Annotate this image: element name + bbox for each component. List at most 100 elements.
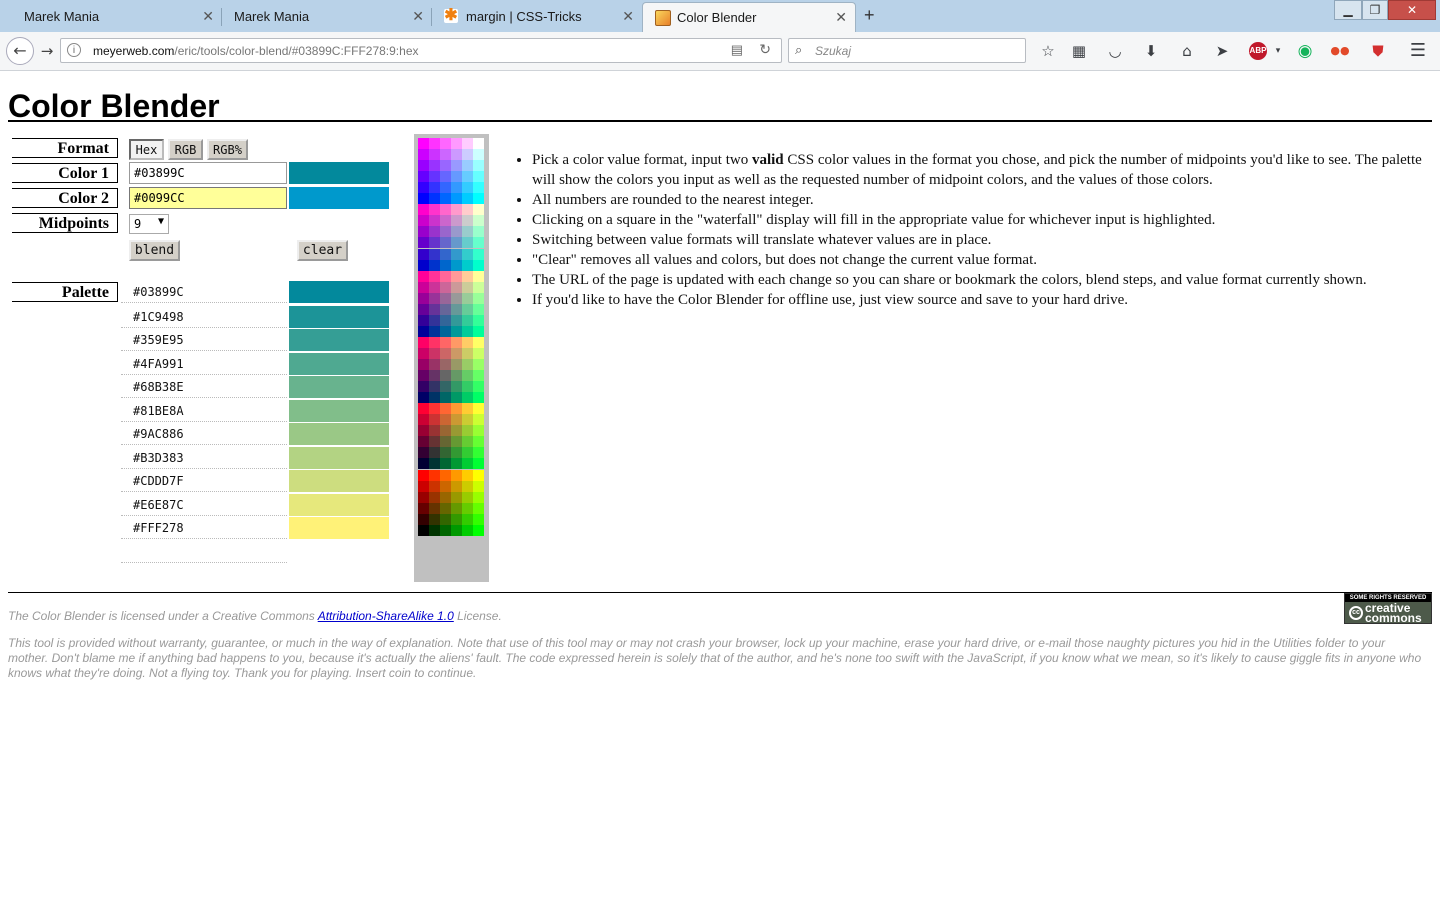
color2-label: Color 2 <box>12 188 118 208</box>
adblock-icon[interactable]: ABP <box>1249 42 1267 60</box>
color1-label: Color 1 <box>12 163 118 183</box>
palette-swatch <box>289 470 389 492</box>
home-icon[interactable]: ⌂ <box>1177 41 1197 61</box>
shield-icon[interactable]: ⛊ <box>1368 41 1388 61</box>
url-text[interactable]: meyerweb.com/eric/tools/color-blend/#038… <box>93 44 419 58</box>
creative-commons-badge[interactable]: SOME RIGHTS RESERVED cc creative commons <box>1344 593 1432 624</box>
color2-input[interactable]: #0099CC <box>129 187 287 209</box>
instruction-item: "Clear" removes all values and colors, b… <box>532 250 1440 270</box>
tab-strip: Marek Mania ✕ Marek Mania ✕ ✱ margin | C… <box>0 0 1440 32</box>
palette-swatch <box>289 400 389 422</box>
palette-value[interactable]: #FFF278 <box>121 517 287 539</box>
disclaimer-text: This tool is provided without warranty, … <box>8 636 1422 680</box>
midpoints-select[interactable]: 9 ▼ <box>129 214 169 234</box>
chevron-down-icon: ▼ <box>157 216 164 227</box>
navigation-toolbar: ← → i meyerweb.com/eric/tools/color-blen… <box>0 32 1440 71</box>
midpoints-value: 9 <box>134 217 142 231</box>
css-tricks-favicon-icon: ✱ <box>444 7 458 24</box>
license-link[interactable]: Attribution-ShareAlike 1.0 <box>318 609 454 623</box>
pocket-icon[interactable]: ◡ <box>1105 41 1125 61</box>
minimize-icon[interactable]: ▁ <box>1334 0 1362 20</box>
palette-swatch <box>289 423 389 445</box>
palette-swatch <box>289 353 389 375</box>
tab-css-tricks[interactable]: ✱ margin | CSS-Tricks ✕ <box>432 2 642 32</box>
format-rgb-button[interactable]: RGB <box>168 139 203 160</box>
download-icon[interactable]: ⬇ <box>1141 41 1161 61</box>
hamburger-menu-icon[interactable]: ☰ <box>1408 41 1428 61</box>
license-text: The Color Blender is licensed under a Cr… <box>8 609 502 623</box>
title-divider <box>8 120 1432 122</box>
palette-swatch <box>289 447 389 469</box>
palette-value[interactable]: #359E95 <box>121 329 287 351</box>
palette-swatch <box>289 329 389 351</box>
waterfall-cell[interactable] <box>473 525 485 537</box>
close-icon[interactable]: ✕ <box>622 8 634 25</box>
palette-value[interactable]: #E6E87C <box>121 494 287 516</box>
waterfall-cell[interactable] <box>473 458 485 470</box>
info-icon[interactable]: i <box>67 43 81 57</box>
instruction-item: Switching between value formats will tra… <box>532 230 1440 250</box>
dropdown-arrow-icon[interactable]: ▾ <box>1268 41 1288 61</box>
reader-view-icon[interactable]: ▤ <box>731 42 743 58</box>
reload-icon[interactable]: ↻ <box>759 41 771 58</box>
format-hex-button[interactable]: Hex <box>129 139 164 160</box>
extension-icon[interactable]: ●● <box>1330 41 1350 61</box>
forward-arrow-icon[interactable]: → <box>36 41 58 63</box>
palette-swatch <box>289 494 389 516</box>
clear-button[interactable]: clear <box>297 240 348 261</box>
format-label: Format <box>12 138 118 158</box>
tab-label: Marek Mania <box>234 9 310 24</box>
color-blender-favicon-icon <box>655 10 671 26</box>
close-icon[interactable]: ✕ <box>412 8 424 25</box>
tab-color-blender[interactable]: Color Blender ✕ <box>642 2 856 32</box>
midpoints-label: Midpoints <box>12 213 118 233</box>
cc-logo-icon: cc <box>1349 606 1363 620</box>
instruction-item: If you'd like to have the Color Blender … <box>532 290 1440 310</box>
search-placeholder: Szukaj <box>815 44 852 58</box>
palette-label: Palette <box>12 282 118 302</box>
reading-list-icon[interactable]: ▦ <box>1069 41 1089 61</box>
palette-value[interactable]: #CDDD7F <box>121 470 287 492</box>
palette-value[interactable]: #81BE8A <box>121 400 287 422</box>
instruction-item: The URL of the page is updated with each… <box>532 270 1440 290</box>
instruction-item: Pick a color value format, input two val… <box>532 150 1440 190</box>
palette-swatch <box>289 376 389 398</box>
color2-swatch <box>289 187 389 209</box>
tab-marek-mania-1[interactable]: Marek Mania ✕ <box>2 2 222 32</box>
palette-swatch <box>289 517 389 539</box>
footer-divider <box>8 592 1432 593</box>
palette-empty-row <box>121 541 287 563</box>
palette-value[interactable]: #68B38E <box>121 376 287 398</box>
palette-value[interactable]: #B3D383 <box>121 447 287 469</box>
blend-button[interactable]: blend <box>129 240 180 261</box>
instruction-item: Clicking on a square in the "waterfall" … <box>532 210 1440 230</box>
palette-swatch <box>289 281 389 303</box>
color1-swatch <box>289 162 389 184</box>
instructions-list: Pick a color value format, input two val… <box>514 150 1440 310</box>
palette-swatch <box>289 306 389 328</box>
back-arrow-icon[interactable]: ← <box>6 37 34 65</box>
window-close-icon[interactable]: ✕ <box>1388 0 1436 20</box>
waterfall-cell[interactable] <box>473 237 485 249</box>
color1-input[interactable]: #03899C <box>129 162 287 184</box>
palette-value[interactable]: #9AC886 <box>121 423 287 445</box>
bookmark-star-icon[interactable]: ☆ <box>1038 41 1058 61</box>
close-icon[interactable]: ✕ <box>835 9 847 26</box>
tab-label: margin | CSS-Tricks <box>466 9 582 24</box>
grammarly-icon[interactable]: ◉ <box>1295 41 1315 61</box>
palette-value[interactable]: #03899C <box>121 281 287 303</box>
tab-marek-mania-2[interactable]: Marek Mania ✕ <box>222 2 432 32</box>
send-icon[interactable]: ➤ <box>1212 41 1232 61</box>
palette-value[interactable]: #1C9498 <box>121 306 287 328</box>
new-tab-plus-icon[interactable]: + <box>864 5 875 26</box>
search-icon: ⌕ <box>795 42 803 57</box>
close-icon[interactable]: ✕ <box>202 8 214 25</box>
format-rgb-percent-button[interactable]: RGB% <box>207 139 248 160</box>
cc-name-text: creative commons <box>1365 601 1422 625</box>
palette-value[interactable]: #4FA991 <box>121 353 287 375</box>
url-bar[interactable]: i meyerweb.com/eric/tools/color-blend/#0… <box>60 38 782 63</box>
tab-label: Marek Mania <box>24 9 100 24</box>
tab-label: Color Blender <box>677 10 757 25</box>
search-bar[interactable]: ⌕ Szukaj <box>788 38 1026 63</box>
maximize-icon[interactable]: ❐ <box>1362 0 1388 20</box>
